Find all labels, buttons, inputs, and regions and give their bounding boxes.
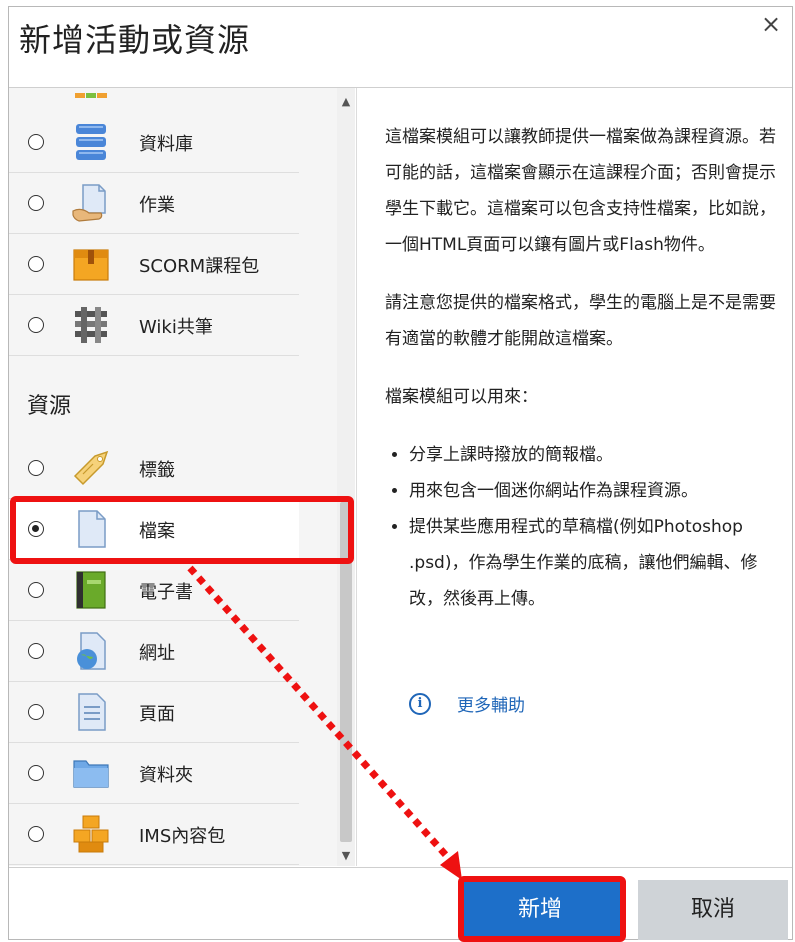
radio-file[interactable] <box>28 521 44 537</box>
module-description: 這檔案模組可以讓教師提供一檔案做為課程資源。若可能的話，這檔案會顯示在這課程介面… <box>385 119 777 639</box>
radio-page[interactable] <box>28 704 44 720</box>
list-item: 提供某些應用程式的草稿檔(例如Photoshop .psd)，作為學生作業的底稿… <box>409 509 777 617</box>
radio-ims[interactable] <box>28 826 44 842</box>
scroll-thumb[interactable] <box>340 502 352 842</box>
module-item-page[interactable]: 頁面 <box>9 682 299 743</box>
info-icon: i <box>409 692 431 715</box>
radio-label[interactable] <box>28 460 44 476</box>
module-item-database[interactable]: 資料庫 <box>9 112 299 173</box>
module-item-url[interactable]: 網址 <box>9 621 299 682</box>
radio-wiki[interactable] <box>28 317 44 333</box>
add-button[interactable]: 新增 <box>460 880 620 940</box>
url-icon <box>71 631 111 671</box>
more-help-link[interactable]: i 更多輔助 <box>409 691 525 716</box>
radio-url[interactable] <box>28 643 44 659</box>
module-label: 電子書 <box>139 582 193 603</box>
radio-folder[interactable] <box>28 765 44 781</box>
module-item-ims[interactable]: IMS內容包 <box>9 804 299 865</box>
module-list-scrollbar[interactable]: ▲ ▼ <box>337 88 355 866</box>
module-label: 作業 <box>139 195 175 216</box>
module-item-assignment[interactable]: 作業 <box>9 173 299 234</box>
database-icon <box>71 122 111 162</box>
list-item: 分享上課時撥放的簡報檔。 <box>409 437 777 473</box>
module-item-book[interactable]: 電子書 <box>9 560 299 621</box>
book-icon <box>71 570 111 610</box>
module-item-scorm[interactable]: SCORM課程包 <box>9 234 299 295</box>
resources-heading: 資源 <box>27 394 72 419</box>
description-paragraph: 這檔案模組可以讓教師提供一檔案做為課程資源。若可能的話，這檔案會顯示在這課程介面… <box>385 127 776 255</box>
module-label: 網址 <box>139 643 175 664</box>
radio-book[interactable] <box>28 582 44 598</box>
ims-package-icon <box>71 814 111 854</box>
module-label: 檔案 <box>139 521 175 542</box>
radio-assignment[interactable] <box>28 195 44 211</box>
module-item-wiki[interactable]: Wiki共筆 <box>9 295 299 356</box>
dialog-title: 新增活動或資源 <box>19 21 251 59</box>
description-paragraph: 檔案模組可以用來： <box>385 387 538 407</box>
module-label: Wiki共筆 <box>139 317 213 338</box>
module-item-folder[interactable]: 資料夾 <box>9 743 299 804</box>
module-item-label[interactable]: 標籤 <box>9 438 299 499</box>
label-tag-icon <box>71 448 111 488</box>
radio-scorm[interactable] <box>28 256 44 272</box>
scroll-down-icon[interactable]: ▼ <box>337 848 355 864</box>
module-label: 頁面 <box>139 704 175 725</box>
scroll-up-icon[interactable]: ▲ <box>337 94 355 110</box>
cancel-button[interactable]: 取消 <box>638 880 788 940</box>
module-list: 資料庫 作業 SCORM課程包 Wiki共筆 資源 標籤 檔案 電子書 網址 頁… <box>9 88 337 866</box>
close-icon[interactable]: × <box>758 11 784 37</box>
file-icon <box>71 509 111 549</box>
module-label: IMS內容包 <box>139 826 226 847</box>
page-icon <box>71 692 111 732</box>
description-list: 分享上課時撥放的簡報檔。 用來包含一個迷你網站作為課程資源。 提供某些應用程式的… <box>385 437 777 617</box>
panel-divider <box>356 88 357 866</box>
module-label: SCORM課程包 <box>139 256 260 277</box>
module-label: 資料庫 <box>139 134 193 155</box>
description-paragraph: 請注意您提供的檔案格式，學生的電腦上是不是需要有適當的軟體才能開啟這檔案。 <box>385 293 776 349</box>
module-label: 資料夾 <box>139 765 193 786</box>
module-label: 標籤 <box>139 460 175 481</box>
footer-divider <box>9 867 792 868</box>
partial-module-icon <box>71 88 111 98</box>
scorm-package-icon <box>71 244 111 284</box>
folder-icon <box>71 753 111 793</box>
module-item-file[interactable]: 檔案 <box>9 499 299 560</box>
radio-database[interactable] <box>28 134 44 150</box>
more-help-label: 更多輔助 <box>457 696 525 716</box>
wiki-icon <box>71 305 111 345</box>
list-item: 用來包含一個迷你網站作為課程資源。 <box>409 473 777 509</box>
assignment-icon <box>71 183 111 223</box>
add-activity-dialog: 新增活動或資源 × 資料庫 作業 SCORM課程包 Wiki共筆 資源 標籤 檔… <box>8 6 793 940</box>
